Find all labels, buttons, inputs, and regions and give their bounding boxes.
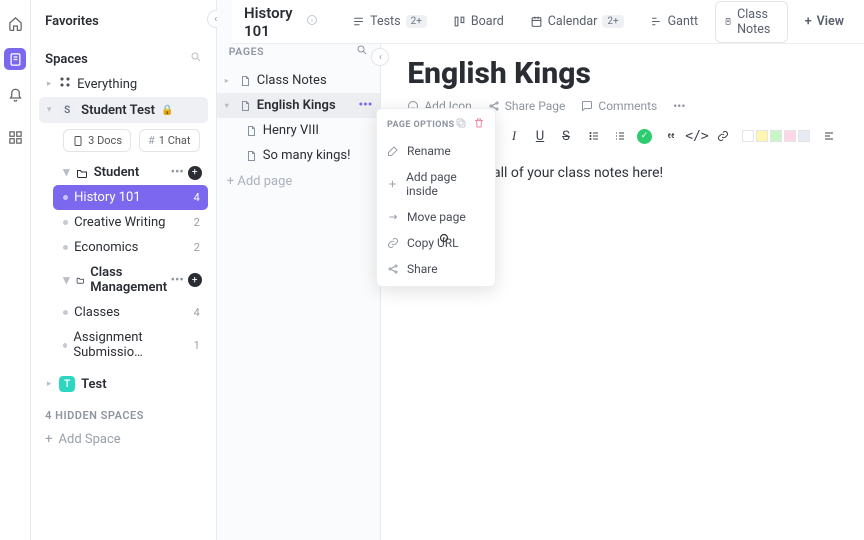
quote-button[interactable] (662, 127, 680, 145)
list-economics[interactable]: Economics2 (53, 235, 208, 260)
view-tabs-bar: History 101 Tests2+ Board Calendar2+ Gan… (232, 0, 864, 44)
strike-button[interactable]: S (557, 127, 575, 145)
view-tests[interactable]: Tests2+ (344, 9, 435, 34)
comments-button[interactable]: Comments (581, 99, 657, 113)
trash-icon[interactable] (473, 117, 485, 132)
folder-student[interactable]: ▾Student •••+ (53, 160, 208, 185)
rail-home-icon[interactable] (4, 12, 26, 34)
popover-move-page[interactable]: Move page (377, 204, 495, 230)
link-button[interactable] (714, 127, 732, 145)
color-swatches (742, 130, 810, 142)
add-view-button[interactable]: +View (797, 9, 852, 34)
grid-icon (59, 76, 71, 92)
page-so-many-kings[interactable]: So many kings! (217, 143, 381, 168)
popover-heading: PAGE OPTIONS (387, 120, 455, 130)
rail-bell-icon[interactable] (4, 84, 26, 106)
list-creative-writing[interactable]: Creative Writing2 (53, 210, 208, 235)
popover-copy-url[interactable]: Copy URL (377, 230, 495, 256)
code-button[interactable]: </> (688, 127, 706, 145)
pages-heading: PAGES (229, 45, 264, 58)
page-english-kings[interactable]: ▾English Kings••• (217, 93, 381, 118)
search-pages-icon[interactable] (356, 44, 368, 59)
popover-share[interactable]: Share (377, 256, 495, 282)
sidebar-everything[interactable]: ▸ Everything (39, 71, 208, 97)
hidden-spaces-label[interactable]: 4 HIDDEN SPACES (39, 397, 208, 426)
italic-button[interactable]: I (505, 127, 523, 145)
underline-button[interactable]: U (531, 127, 549, 145)
swatch-white[interactable] (742, 130, 754, 142)
space-chips: 3 Docs #1 Chat (39, 123, 208, 160)
popover-rename[interactable]: Rename (377, 138, 495, 164)
add-list-icon[interactable]: + (188, 273, 202, 287)
duplicate-icon[interactable] (455, 117, 467, 132)
align-button[interactable] (820, 127, 838, 145)
add-list-icon[interactable]: + (188, 166, 202, 180)
page-options-popover: PAGE OPTIONS Rename Add page inside Move… (376, 108, 496, 287)
view-board[interactable]: Board (445, 9, 512, 34)
view-calendar[interactable]: Calendar2+ (522, 9, 632, 34)
favorites-heading[interactable]: Favorites (39, 10, 208, 33)
page-title: History 101 (244, 4, 294, 40)
space-avatar: T (59, 376, 75, 392)
more-icon[interactable]: ••• (171, 165, 184, 180)
spaces-heading: Spaces (39, 47, 208, 71)
list-assignment-submissions[interactable]: Assignment Submissio…1 (53, 325, 208, 365)
rail-apps-icon[interactable] (4, 126, 26, 148)
folder-class-management[interactable]: ▾Class Management •••+ (53, 260, 208, 300)
pages-panel: PAGES ‹ ▸Class Notes ▾English Kings••• H… (217, 0, 382, 540)
swatch-yellow[interactable] (756, 130, 768, 142)
rail-docs-icon[interactable] (4, 48, 26, 70)
swatch-grey[interactable] (798, 130, 810, 142)
popover-add-page-inside[interactable]: Add page inside (377, 164, 495, 204)
sidebar: Favorites Spaces ▸ Everything ▾ S Studen… (31, 0, 217, 540)
lock-icon: 🔒 (161, 105, 173, 116)
more-icon[interactable]: ••• (359, 98, 373, 113)
add-page-button[interactable]: + Add page (217, 168, 381, 195)
app-rail (0, 0, 31, 540)
page-class-notes[interactable]: ▸Class Notes (217, 68, 381, 93)
sidebar-space-test[interactable]: ▸ T Test (39, 371, 208, 397)
swatch-pink[interactable] (784, 130, 796, 142)
view-class-notes[interactable]: Class Notes (716, 2, 787, 42)
page-henry-viii[interactable]: Henry VIII (217, 118, 381, 143)
more-icon[interactable]: ••• (171, 273, 184, 288)
info-icon[interactable] (306, 14, 318, 30)
list-history-101[interactable]: History 1014 (53, 185, 208, 210)
numbered-list-button[interactable] (611, 127, 629, 145)
search-icon[interactable] (190, 51, 202, 67)
more-icon[interactable]: ••• (673, 99, 685, 113)
space-avatar: S (59, 102, 75, 118)
checklist-button[interactable]: ✓ (637, 129, 652, 144)
view-gantt[interactable]: Gantt (642, 9, 706, 34)
share-page-button[interactable]: Share Page (488, 99, 566, 113)
list-classes[interactable]: Classes4 (53, 300, 208, 325)
bullet-list-button[interactable] (585, 127, 603, 145)
add-space-button[interactable]: +Add Space (39, 426, 208, 453)
chat-chip[interactable]: #1 Chat (139, 129, 200, 152)
doc-title[interactable]: English Kings (407, 56, 838, 91)
docs-chip[interactable]: 3 Docs (63, 129, 131, 152)
swatch-green[interactable] (770, 130, 782, 142)
sidebar-space-student-test[interactable]: ▾ S Student Test 🔒 (39, 97, 208, 123)
